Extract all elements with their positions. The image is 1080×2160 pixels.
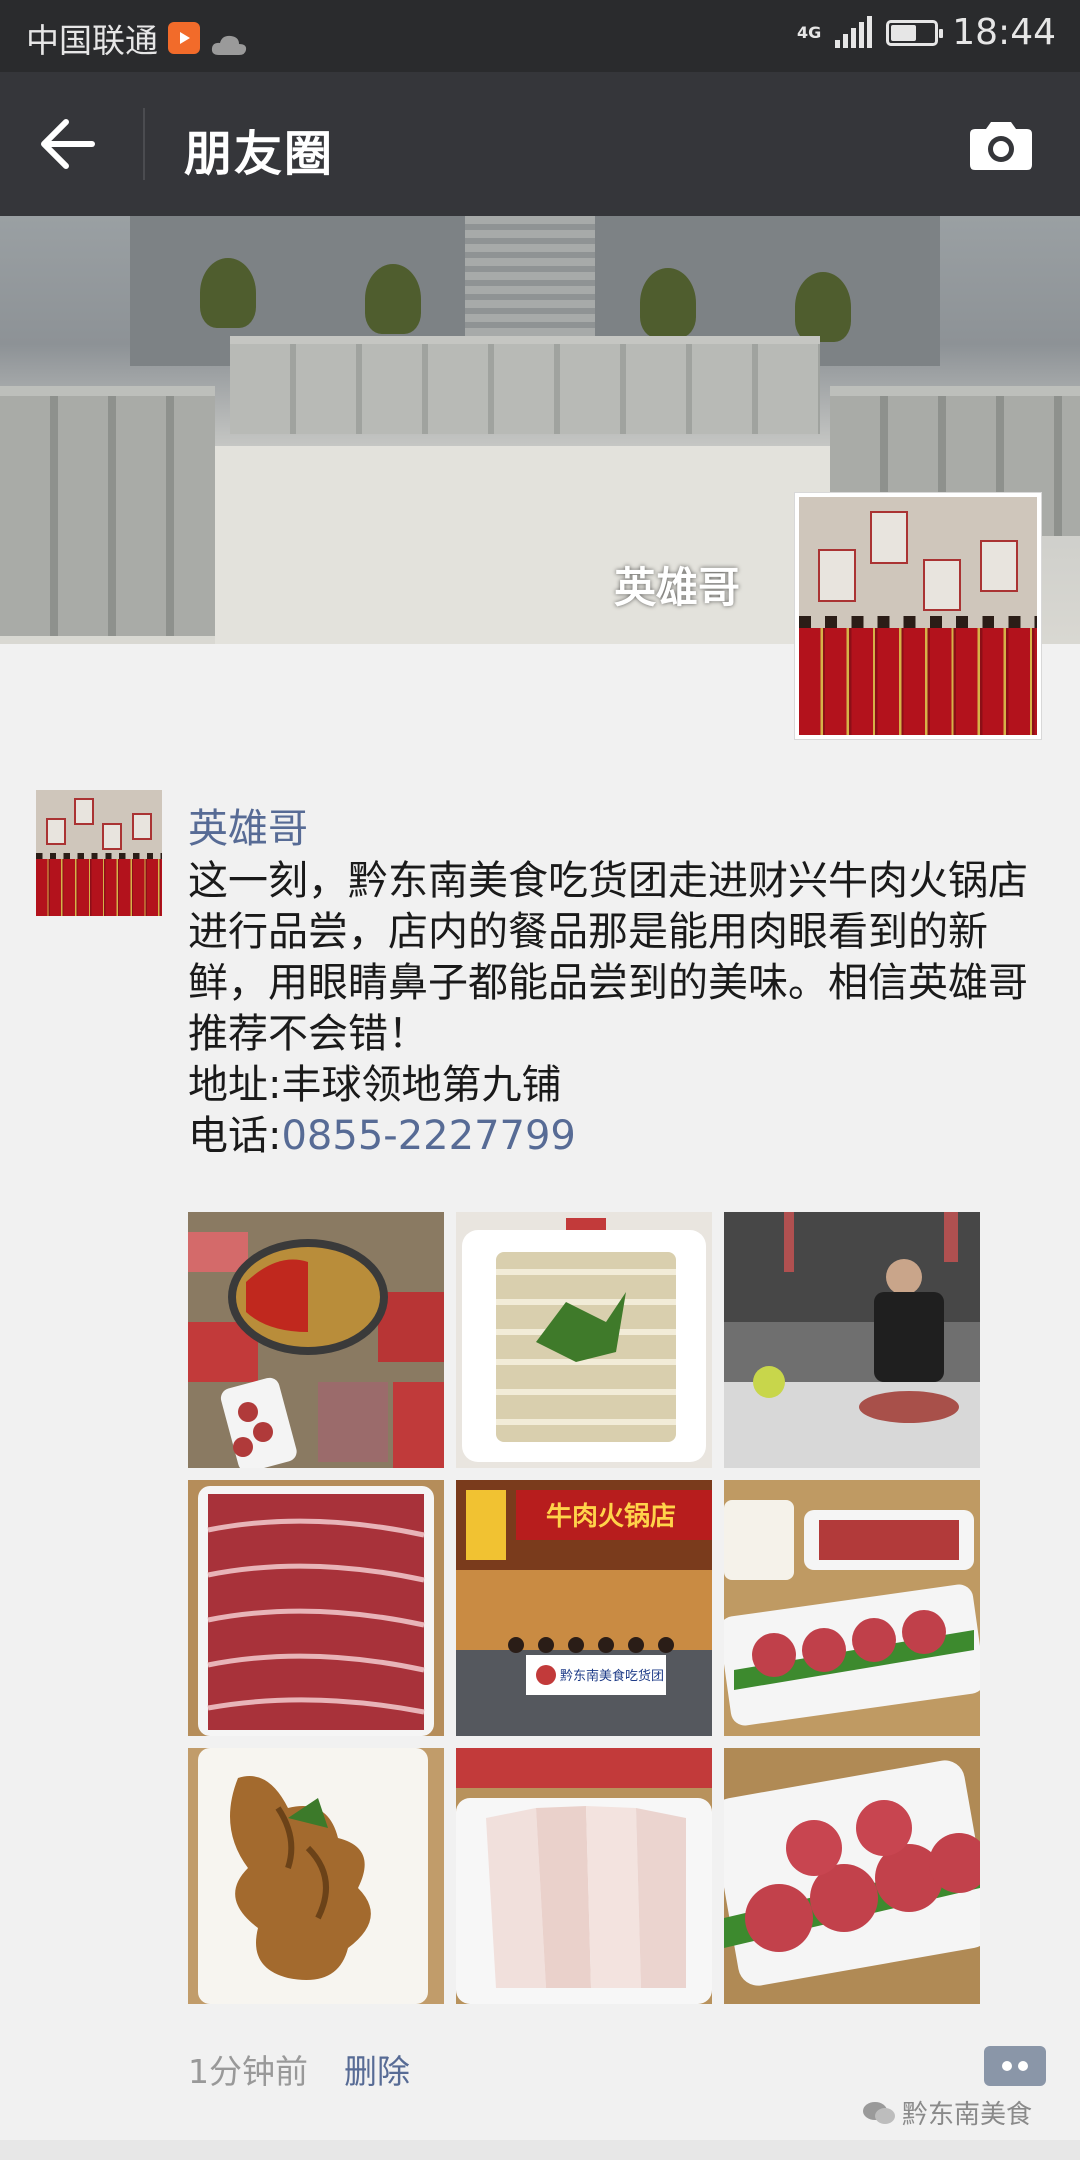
bottom-edge bbox=[0, 2140, 1080, 2160]
post-image-sliced-beef[interactable] bbox=[188, 1480, 444, 1736]
status-bar: 中国联通 4G 18:44 bbox=[0, 0, 1080, 72]
sliced-beef-image bbox=[188, 1480, 444, 1736]
profile-avatar[interactable] bbox=[794, 492, 1042, 740]
video-app-icon bbox=[168, 22, 200, 54]
delete-button[interactable]: 删除 bbox=[344, 2045, 410, 2093]
header-divider bbox=[143, 108, 145, 180]
post-image-chef[interactable] bbox=[724, 1212, 980, 1468]
back-arrow-icon bbox=[41, 119, 95, 169]
post-image-sliced-fish[interactable] bbox=[456, 1748, 712, 2004]
watermark-text: 黔东南美食 bbox=[902, 2100, 1033, 2130]
cover-bush bbox=[365, 264, 421, 334]
post-image-tripe[interactable] bbox=[456, 1212, 712, 1468]
back-button[interactable] bbox=[40, 118, 96, 170]
network-type: 4G bbox=[796, 22, 822, 42]
dot-icon bbox=[1018, 2061, 1028, 2071]
sliced-fish-image bbox=[456, 1748, 712, 2004]
dot-icon bbox=[1002, 2061, 1012, 2071]
image-grid: 牛肉火锅店 黔东南美食吃货团 bbox=[188, 1212, 980, 2004]
cover-bush bbox=[200, 258, 256, 328]
post-image-meatballs-table[interactable] bbox=[724, 1480, 980, 1736]
tripe-image bbox=[456, 1212, 712, 1468]
storefront-image: 牛肉火锅店 黔东南美食吃货团 bbox=[456, 1480, 712, 1736]
wechat-icon bbox=[863, 2101, 895, 2124]
page-title: 朋友圈 bbox=[184, 126, 335, 182]
status-left: 中国联通 bbox=[26, 14, 248, 62]
post-image-storefront[interactable]: 牛肉火锅店 黔东南美食吃货团 bbox=[456, 1480, 712, 1736]
avatar-image bbox=[799, 497, 1037, 735]
camera-button[interactable] bbox=[966, 120, 1036, 172]
hotpot-image bbox=[188, 1212, 444, 1468]
post-image-meatballs-closeup[interactable] bbox=[724, 1748, 980, 2004]
camera-icon bbox=[970, 122, 1032, 170]
phone-link[interactable]: 0855-2227799 bbox=[281, 1113, 575, 1159]
watermark: 黔东南美食 bbox=[862, 2094, 1032, 2131]
status-right: 4G 18:44 bbox=[797, 12, 1056, 53]
battery-icon bbox=[886, 19, 944, 46]
clock: 18:44 bbox=[952, 12, 1056, 53]
cover-bush bbox=[795, 272, 851, 342]
meatballs-closeup-image bbox=[724, 1748, 980, 2004]
beef-tendon-image bbox=[188, 1748, 444, 2004]
cover-username: 英雄哥 bbox=[614, 563, 741, 612]
nav-header: 朋友圈 bbox=[0, 72, 1080, 216]
banner-text: 黔东南美食吃货团 bbox=[560, 1668, 664, 1684]
post-image-beef-tendon[interactable] bbox=[188, 1748, 444, 2004]
storefront-sign: 牛肉火锅店 bbox=[546, 1502, 676, 1532]
signal-icon bbox=[835, 15, 873, 48]
battery-level bbox=[891, 24, 917, 41]
comment-menu-button[interactable] bbox=[984, 2046, 1046, 2086]
post-avatar[interactable] bbox=[36, 790, 162, 916]
meatballs-table-image bbox=[724, 1480, 980, 1736]
carrier-name: 中国联通 bbox=[26, 21, 158, 60]
post-time: 1分钟前 bbox=[188, 2052, 308, 2091]
chef-image bbox=[724, 1212, 980, 1468]
cover-railing bbox=[230, 336, 820, 434]
cloud-icon bbox=[210, 26, 248, 55]
cover-bush bbox=[640, 268, 696, 338]
cover-railing bbox=[0, 386, 215, 636]
avatar-image bbox=[36, 790, 162, 916]
post-image-hotpot[interactable] bbox=[188, 1212, 444, 1468]
cover-ground bbox=[215, 446, 835, 644]
post-text: 这一刻，黔东南美食吃货团走进财兴牛肉火锅店进行品尝，店内的餐品那是能用肉眼看到的… bbox=[188, 856, 1048, 1162]
post-author[interactable]: 英雄哥 bbox=[188, 796, 308, 854]
